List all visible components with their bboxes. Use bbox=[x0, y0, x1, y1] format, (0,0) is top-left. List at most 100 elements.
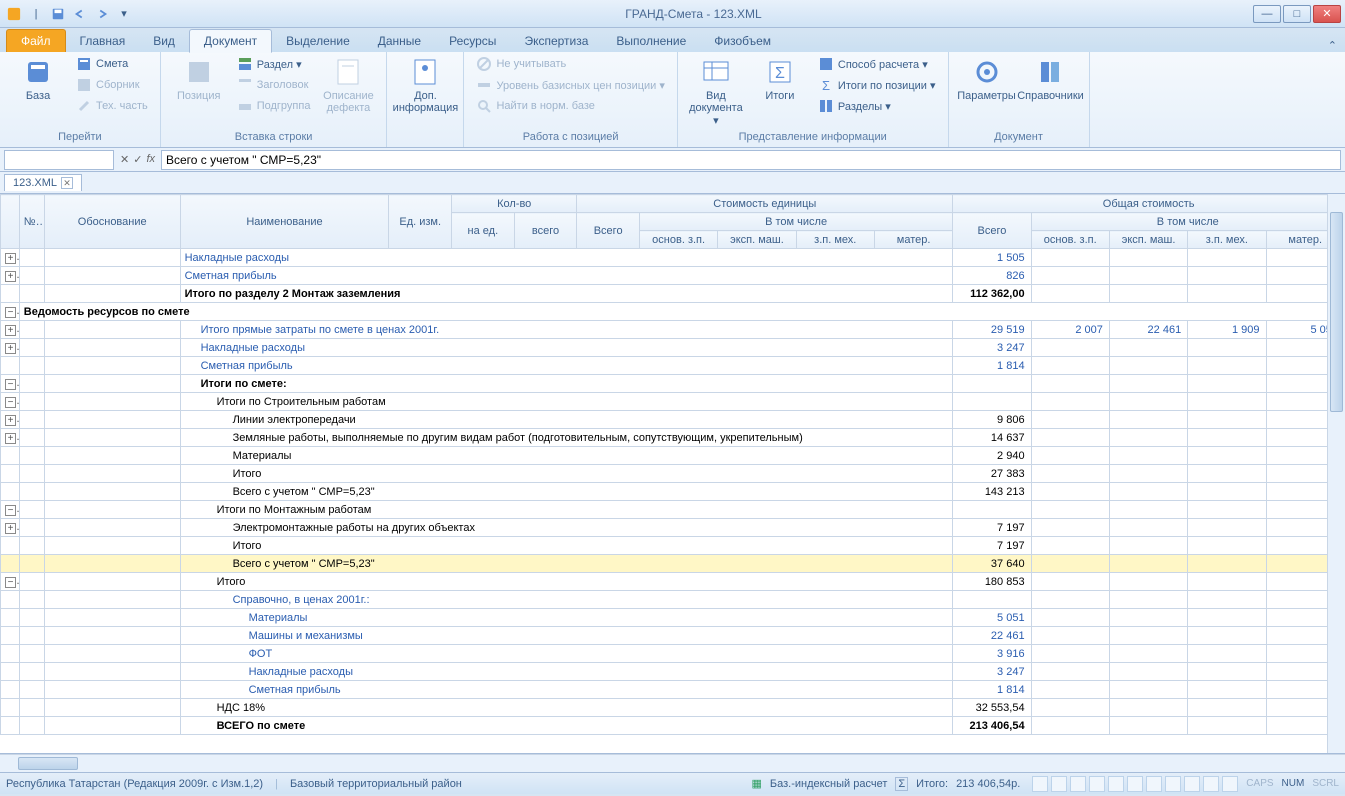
expand-icon[interactable]: + bbox=[5, 415, 16, 426]
expand-icon[interactable]: − bbox=[5, 379, 16, 390]
ribbon-tab[interactable]: Данные bbox=[364, 30, 435, 52]
file-tab[interactable]: Файл bbox=[6, 29, 66, 52]
ribbon-tab[interactable]: Вид bbox=[139, 30, 189, 52]
save-icon[interactable] bbox=[48, 4, 68, 24]
section-button[interactable]: Раздел ▾ bbox=[233, 54, 315, 74]
table-row[interactable]: + Электромонтажные работы на других объе… bbox=[1, 519, 1345, 537]
header-icon bbox=[237, 77, 253, 93]
table-row[interactable]: + Земляные работы, выполняемые по другим… bbox=[1, 429, 1345, 447]
redo-icon[interactable] bbox=[92, 4, 112, 24]
ribbon-tab[interactable]: Главная bbox=[66, 30, 140, 52]
svg-text:Σ: Σ bbox=[822, 78, 830, 93]
expand-icon[interactable]: + bbox=[5, 271, 16, 282]
status-district[interactable]: Базовый территориальный район bbox=[290, 778, 462, 790]
calc-button[interactable]: Способ расчета ▾ bbox=[814, 54, 940, 74]
table-row[interactable]: Сметная прибыль 1 814 bbox=[1, 357, 1345, 375]
num-indicator: NUM bbox=[1282, 778, 1305, 789]
table-row[interactable]: Итого 27 383 bbox=[1, 465, 1345, 483]
expand-icon[interactable]: + bbox=[5, 343, 16, 354]
window-title: ГРАНД-Смета - 123.XML bbox=[134, 7, 1253, 21]
table-row[interactable]: −Ведомость ресурсов по смете bbox=[1, 303, 1345, 321]
expand-icon[interactable]: + bbox=[5, 523, 16, 534]
table-row[interactable]: + Линии электропередачи 9 806 bbox=[1, 411, 1345, 429]
formula-bar: ✕ ✓ fx Всего с учетом " СМР=5,23" bbox=[0, 148, 1345, 172]
sections-button[interactable]: Разделы ▾ bbox=[814, 96, 940, 116]
formula-input[interactable]: Всего с учетом " СМР=5,23" bbox=[161, 150, 1341, 170]
ribbon-tab[interactable]: Выделение bbox=[272, 30, 364, 52]
table-row[interactable]: НДС 18% 32 553,54 bbox=[1, 699, 1345, 717]
wrench-icon bbox=[76, 98, 92, 114]
table-row[interactable]: Накладные расходы 3 247 bbox=[1, 663, 1345, 681]
table-row[interactable]: Итого 7 197 bbox=[1, 537, 1345, 555]
expand-icon[interactable]: − bbox=[5, 505, 16, 516]
sheet-button[interactable]: Смета bbox=[72, 54, 152, 74]
ribbon-tab[interactable]: Выполнение bbox=[602, 30, 700, 52]
table-row[interactable]: Материалы 2 940 bbox=[1, 447, 1345, 465]
doc-tab[interactable]: 123.XML ✕ bbox=[4, 174, 82, 191]
table-row[interactable]: Итого по разделу 2 Монтаж заземления 112… bbox=[1, 285, 1345, 303]
fx-icon[interactable]: fx bbox=[146, 153, 155, 166]
table-row[interactable]: − Итоги по смете: bbox=[1, 375, 1345, 393]
qat-dropdown[interactable]: ▾ bbox=[114, 4, 134, 24]
cancel-formula-icon[interactable]: ✕ bbox=[120, 153, 129, 166]
expand-icon[interactable]: − bbox=[5, 577, 16, 588]
expand-icon[interactable]: + bbox=[5, 325, 16, 336]
table-row[interactable]: + Накладные расходы 1 505 bbox=[1, 249, 1345, 267]
info-button[interactable]: Доп. информация bbox=[395, 54, 455, 116]
ribbon-tab[interactable]: Физобъем bbox=[700, 30, 785, 52]
status-calc-type[interactable]: Баз.-индексный расчет bbox=[770, 778, 887, 790]
table-row[interactable]: Всего с учетом " СМР=5,23" 143 213 bbox=[1, 483, 1345, 501]
table-row[interactable]: Справочно, в ценах 2001г.: bbox=[1, 591, 1345, 609]
app-icon[interactable] bbox=[4, 4, 24, 24]
minimize-button[interactable]: — bbox=[1253, 5, 1281, 23]
defect-icon bbox=[332, 56, 364, 88]
table-row[interactable]: ФОТ 3 916 bbox=[1, 645, 1345, 663]
gear-button[interactable]: Параметры bbox=[957, 54, 1017, 104]
vertical-scrollbar[interactable] bbox=[1327, 194, 1345, 753]
sigma-s-button[interactable]: ΣИтоги по позиции ▾ bbox=[814, 75, 940, 95]
data-table[interactable]: № п.п Обоснование Наименование Ед. изм. … bbox=[0, 194, 1345, 735]
close-button[interactable]: ✕ bbox=[1313, 5, 1341, 23]
horizontal-scrollbar[interactable] bbox=[0, 754, 1345, 772]
table-row[interactable]: + Сметная прибыль 826 bbox=[1, 267, 1345, 285]
ribbon-group-label: Работа с позицией bbox=[472, 129, 668, 145]
undo-icon[interactable] bbox=[70, 4, 90, 24]
view-button[interactable]: Вид документа ▾ bbox=[686, 54, 746, 129]
section-icon bbox=[237, 56, 253, 72]
database-button[interactable]: База bbox=[8, 54, 68, 104]
help-icon[interactable]: ⌃ bbox=[1328, 39, 1345, 52]
status-view-icons[interactable] bbox=[1032, 776, 1238, 792]
accept-formula-icon[interactable]: ✓ bbox=[133, 153, 142, 166]
ribbon-tab[interactable]: Документ bbox=[189, 29, 272, 53]
status-region[interactable]: Республика Татарстан (Редакция 2009г. с … bbox=[6, 778, 263, 790]
status-total-label: Итого: bbox=[916, 778, 948, 790]
expand-icon[interactable]: + bbox=[5, 433, 16, 444]
cancel-button: Не учитывать bbox=[472, 54, 668, 74]
table-row[interactable]: Сметная прибыль 1 814 bbox=[1, 681, 1345, 699]
grid: № п.п Обоснование Наименование Ед. изм. … bbox=[0, 194, 1345, 754]
book-icon bbox=[76, 77, 92, 93]
maximize-button[interactable]: □ bbox=[1283, 5, 1311, 23]
table-row[interactable]: − Итоги по Строительным работам bbox=[1, 393, 1345, 411]
table-row[interactable]: Материалы 5 051 bbox=[1, 609, 1345, 627]
expand-icon[interactable]: − bbox=[5, 397, 16, 408]
doc-tab-close-icon[interactable]: ✕ bbox=[61, 177, 73, 189]
status-total-value: 213 406,54р. bbox=[956, 778, 1020, 790]
table-row[interactable]: Всего с учетом " СМР=5,23" 37 640 bbox=[1, 555, 1345, 573]
expand-icon[interactable]: + bbox=[5, 253, 16, 264]
table-row[interactable]: Машины и механизмы 22 461 bbox=[1, 627, 1345, 645]
titlebar: | ▾ ГРАНД-Смета - 123.XML — □ ✕ bbox=[0, 0, 1345, 28]
search-button: Найти в норм. базе bbox=[472, 96, 668, 116]
books-button[interactable]: Справочники bbox=[1021, 54, 1081, 104]
table-row[interactable]: − Итоги по Монтажным работам bbox=[1, 501, 1345, 519]
ribbon-tab[interactable]: Ресурсы bbox=[435, 30, 510, 52]
caps-indicator: CAPS bbox=[1246, 778, 1273, 789]
sigma-button[interactable]: ΣИтоги bbox=[750, 54, 810, 104]
table-row[interactable]: + Итого прямые затраты по смете в ценах … bbox=[1, 321, 1345, 339]
table-row[interactable]: ВСЕГО по смете 213 406,54 bbox=[1, 717, 1345, 735]
table-row[interactable]: + Накладные расходы 3 247 bbox=[1, 339, 1345, 357]
name-box[interactable] bbox=[4, 150, 114, 170]
svg-text:Σ: Σ bbox=[775, 65, 785, 82]
table-row[interactable]: − Итого 180 853 bbox=[1, 573, 1345, 591]
ribbon-tab[interactable]: Экспертиза bbox=[510, 30, 602, 52]
